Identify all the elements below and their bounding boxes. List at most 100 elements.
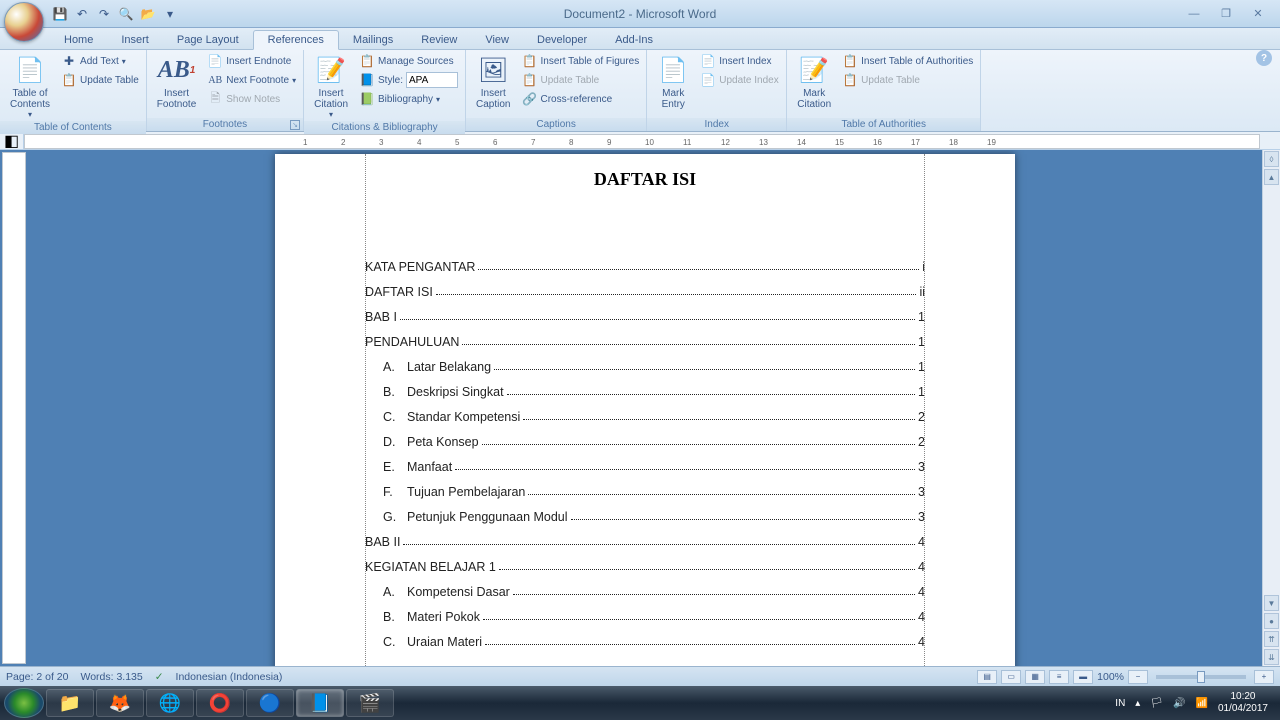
next-page-icon[interactable]: ⇊ [1264,649,1279,665]
zoom-level[interactable]: 100% [1097,671,1124,683]
qat-more-icon[interactable]: ▾ [160,4,180,24]
tray-up-icon[interactable]: ▴ [1135,698,1140,709]
task-app[interactable]: ⭕ [196,689,244,717]
page[interactable]: DAFTAR ISI KATA PENGANTARi DAFTAR ISIii BA… [275,154,1015,666]
cross-reference-button[interactable]: 🔗Cross-reference [518,90,642,108]
tab-references[interactable]: References [253,30,339,50]
task-explorer[interactable]: 📁 [46,689,94,717]
citation-style-select[interactable]: 📘Style: [356,71,461,89]
task-teamviewer[interactable]: 🔵 [246,689,294,717]
minimize-button[interactable]: — [1182,5,1206,23]
scroll-track[interactable] [1263,186,1280,594]
start-button[interactable] [4,688,44,718]
ruler-corner-icon[interactable]: ◧ [0,132,24,149]
toc-entry[interactable]: E.Manfaat3 [365,460,925,474]
toc-entry[interactable]: KEGIATAN BELAJAR 14 [365,560,925,574]
ruler-toggle-icon[interactable]: ◊ [1264,151,1279,167]
maximize-button[interactable]: ❐ [1214,5,1238,23]
zoom-thumb[interactable] [1197,671,1205,683]
tab-view[interactable]: View [471,31,523,49]
vertical-ruler[interactable] [2,152,26,664]
insert-endnote-button[interactable]: 📄Insert Endnote [204,52,299,70]
full-screen-view-icon[interactable]: ▭ [1001,670,1021,684]
insert-caption-button[interactable]: 🖼 Insert Caption [470,52,516,112]
proofing-icon[interactable]: ✓ [155,671,164,683]
toc-entry[interactable]: BAB I1 [365,310,925,324]
tab-developer[interactable]: Developer [523,31,601,49]
toc-entry[interactable]: B.Deskripsi Singkat1 [365,385,925,399]
vertical-scrollbar[interactable]: ◊ ▲ ▼ ● ⇈ ⇊ [1262,150,1280,666]
mark-citation-button[interactable]: 📝 Mark Citation [791,52,837,112]
print-layout-view-icon[interactable]: ▤ [977,670,997,684]
zoom-out-button[interactable]: − [1128,670,1148,684]
word-count[interactable]: Words: 3.135 [80,671,142,683]
toc-entry[interactable]: B.Materi Pokok4 [365,610,925,624]
save-icon[interactable]: 💾 [50,4,70,24]
toc-entry[interactable]: C.Standar Kompetensi2 [365,410,925,424]
open-icon[interactable]: 📂 [138,4,158,24]
task-firefox[interactable]: 🦊 [96,689,144,717]
add-text-button[interactable]: ✚Add Text ▾ [58,52,142,70]
tab-mailings[interactable]: Mailings [339,31,407,49]
toc-entry[interactable]: A.Kompetensi Dasar4 [365,585,925,599]
undo-icon[interactable]: ↶ [72,4,92,24]
tab-insert[interactable]: Insert [107,31,163,49]
insert-citation-button[interactable]: 📝 Insert Citation▾ [308,52,354,121]
toc-entry[interactable]: KATA PENGANTARi [365,260,925,274]
toc-entry[interactable]: BAB II4 [365,535,925,549]
task-word[interactable]: 📘 [296,689,344,717]
tray-clock[interactable]: 10:20 01/04/2017 [1218,691,1268,715]
tray-network-icon[interactable]: 📶 [1195,698,1207,709]
redo-icon[interactable]: ↷ [94,4,114,24]
update-toa-button[interactable]: 📋Update Table [839,71,976,89]
update-index-button[interactable]: 📄Update Index [697,71,782,89]
help-icon[interactable]: ? [1256,50,1272,66]
toc-entry[interactable]: F.Tujuan Pembelajaran3 [365,485,925,499]
office-button[interactable] [4,2,44,42]
dialog-launcher-icon[interactable]: ↘ [290,120,300,130]
print-preview-icon[interactable]: 🔍 [116,4,136,24]
language-indicator[interactable]: Indonesian (Indonesia) [176,671,283,683]
bibliography-button[interactable]: 📗Bibliography ▾ [356,90,461,108]
toc-container[interactable]: KATA PENGANTARi DAFTAR ISIii BAB I1 PENDAHU… [365,260,925,649]
draft-view-icon[interactable]: ▬ [1073,670,1093,684]
insert-figures-button[interactable]: 📋Insert Table of Figures [518,52,642,70]
doc-title[interactable]: DAFTAR ISI [365,169,925,190]
tab-home[interactable]: Home [50,31,107,49]
document-canvas[interactable]: DAFTAR ISI KATA PENGANTARi DAFTAR ISIii BA… [28,150,1262,666]
tab-page-layout[interactable]: Page Layout [163,31,253,49]
toc-entry[interactable]: G.Petunjuk Penggunaan Modul3 [365,510,925,524]
web-layout-view-icon[interactable]: ▦ [1025,670,1045,684]
prev-page-icon[interactable]: ⇈ [1264,631,1279,647]
tray-ime[interactable]: IN [1115,698,1125,709]
insert-index-button[interactable]: 📄Insert Index [697,52,782,70]
zoom-in-button[interactable]: + [1254,670,1274,684]
insert-toa-button[interactable]: 📋Insert Table of Authorities [839,52,976,70]
show-notes-button[interactable]: 🗎Show Notes [204,90,299,108]
tray-volume-icon[interactable]: 🔊 [1173,698,1185,709]
toc-entry[interactable]: C.Uraian Materi4 [365,635,925,649]
horizontal-ruler[interactable]: 12345678910111213141516171819 [24,134,1260,149]
toc-entry[interactable]: PENDAHULUAN1 [365,335,925,349]
tab-review[interactable]: Review [407,31,471,49]
scroll-up-icon[interactable]: ▲ [1264,169,1279,185]
task-media[interactable]: 🎬 [346,689,394,717]
style-dropdown[interactable] [406,72,458,88]
toc-button[interactable]: 📄 Table of Contents▾ [4,52,56,121]
zoom-slider[interactable] [1156,675,1246,679]
task-chrome[interactable]: 🌐 [146,689,194,717]
mark-entry-button[interactable]: 📄 Mark Entry [651,52,695,112]
close-button[interactable]: ✕ [1246,5,1270,23]
browse-object-icon[interactable]: ● [1264,613,1279,629]
tray-flag-icon[interactable]: 🏳 [1150,698,1163,709]
toc-entry[interactable]: DAFTAR ISIii [365,285,925,299]
update-captions-button[interactable]: 📋Update Table [518,71,642,89]
toc-entry[interactable]: A.Latar Belakang1 [365,360,925,374]
manage-sources-button[interactable]: 📋Manage Sources [356,52,461,70]
scroll-down-icon[interactable]: ▼ [1264,595,1279,611]
update-toc-button[interactable]: 📋Update Table [58,71,142,89]
next-footnote-button[interactable]: ABNext Footnote ▾ [204,71,299,89]
outline-view-icon[interactable]: ≡ [1049,670,1069,684]
tab-add-ins[interactable]: Add-Ins [601,31,667,49]
page-indicator[interactable]: Page: 2 of 20 [6,671,68,683]
